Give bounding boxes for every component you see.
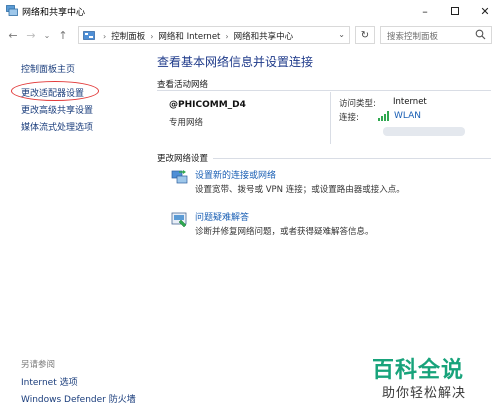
window-title: 网络和共享中心 bbox=[22, 8, 86, 18]
back-arrow-icon: ← bbox=[8, 28, 18, 42]
title-bar: 网络和共享中心 – ✕ bbox=[0, 0, 500, 22]
maximize-icon bbox=[451, 7, 459, 15]
forward-button[interactable]: → bbox=[24, 28, 38, 42]
up-arrow-icon: ↑ bbox=[58, 28, 68, 42]
close-button[interactable]: ✕ bbox=[470, 0, 500, 22]
network-name: @PHICOMM_D4 bbox=[169, 100, 246, 110]
wlan-connection-link[interactable]: WLAN bbox=[378, 111, 421, 121]
access-type-label: 访问类型: bbox=[339, 99, 376, 109]
search-placeholder: 搜索控制面板 bbox=[387, 32, 439, 42]
troubleshoot-link[interactable]: 问题疑难解答 bbox=[195, 210, 249, 223]
sidebar: 控制面板主页 更改适配器设置 更改高级共享设置 媒体流式处理选项 另请参阅 In… bbox=[0, 48, 150, 416]
forward-arrow-icon: → bbox=[26, 28, 36, 42]
connections-label: 连接: bbox=[339, 113, 359, 123]
minimize-icon: – bbox=[422, 4, 428, 18]
change-settings-label: 更改网络设置 bbox=[157, 154, 209, 164]
address-dropdown-icon[interactable]: ⌄ bbox=[338, 30, 345, 39]
breadcrumb-item-network-sharing-center[interactable]: 网络和共享中心 bbox=[234, 30, 294, 42]
maximize-button[interactable] bbox=[440, 0, 470, 22]
sidebar-item-change-adapter-settings[interactable]: 更改适配器设置 bbox=[21, 86, 84, 99]
new-connection-icon bbox=[171, 170, 188, 184]
chevron-right-icon: › bbox=[225, 31, 229, 41]
watermark-subtitle: 助你轻松解决 bbox=[382, 386, 467, 401]
chevron-right-icon: › bbox=[150, 31, 154, 41]
recent-locations-button[interactable]: ⌄ bbox=[40, 28, 54, 42]
network-center-icon bbox=[6, 5, 18, 16]
close-icon: ✕ bbox=[480, 4, 490, 18]
control-panel-icon bbox=[83, 31, 95, 40]
redacted-network-detail bbox=[383, 127, 465, 136]
refresh-button[interactable]: ↻ bbox=[355, 26, 375, 44]
network-type: 专用网络 bbox=[169, 118, 204, 128]
access-type-value: Internet bbox=[393, 97, 427, 107]
chevron-down-icon: ⌄ bbox=[43, 30, 51, 40]
chevron-right-icon: › bbox=[103, 31, 107, 41]
sidebar-item-control-panel-home[interactable]: 控制面板主页 bbox=[21, 62, 75, 75]
wifi-signal-icon bbox=[378, 111, 389, 121]
minimize-button[interactable]: – bbox=[410, 0, 440, 22]
sidebar-item-media-streaming[interactable]: 媒体流式处理选项 bbox=[21, 120, 93, 133]
see-also-defender-firewall[interactable]: Windows Defender 防火墙 bbox=[21, 392, 136, 405]
up-button[interactable]: ↑ bbox=[56, 28, 70, 42]
active-networks-label: 查看活动网络 bbox=[157, 80, 209, 90]
search-icon bbox=[475, 29, 486, 40]
address-bar[interactable]: › 控制面板 › 网络和 Internet › 网络和共享中心 ⌄ bbox=[78, 26, 350, 44]
back-button[interactable]: ← bbox=[6, 28, 20, 42]
breadcrumb-item-control-panel[interactable]: 控制面板 bbox=[111, 30, 145, 42]
sidebar-item-change-advanced-sharing[interactable]: 更改高级共享设置 bbox=[21, 103, 93, 116]
wlan-label: WLAN bbox=[394, 111, 422, 121]
see-also-heading: 另请参阅 bbox=[21, 360, 56, 370]
search-input[interactable]: 搜索控制面板 bbox=[380, 26, 492, 44]
troubleshoot-desc: 诊断并修复网络问题，或者获得疑难解答信息。 bbox=[195, 227, 374, 237]
divider bbox=[213, 158, 491, 159]
breadcrumb: › 控制面板 › 网络和 Internet › 网络和共享中心 bbox=[83, 30, 293, 42]
troubleshoot-icon bbox=[171, 212, 187, 228]
breadcrumb-item-network-internet[interactable]: 网络和 Internet bbox=[158, 30, 220, 42]
watermark-logo: 百科全说 bbox=[372, 358, 465, 383]
see-also-internet-options[interactable]: Internet 选项 bbox=[21, 375, 78, 388]
page-title: 查看基本网络信息并设置连接 bbox=[157, 55, 314, 69]
divider bbox=[157, 90, 491, 91]
setup-new-connection-link[interactable]: 设置新的连接或网络 bbox=[195, 168, 276, 181]
refresh-icon: ↻ bbox=[360, 29, 370, 41]
setup-new-connection-desc: 设置宽带、拨号或 VPN 连接；或设置路由器或接入点。 bbox=[195, 185, 405, 195]
address-row: ← → ⌄ ↑ › 控制面板 › 网络和 Internet › 网络和共享中心 … bbox=[0, 23, 500, 47]
vertical-divider bbox=[330, 92, 331, 144]
